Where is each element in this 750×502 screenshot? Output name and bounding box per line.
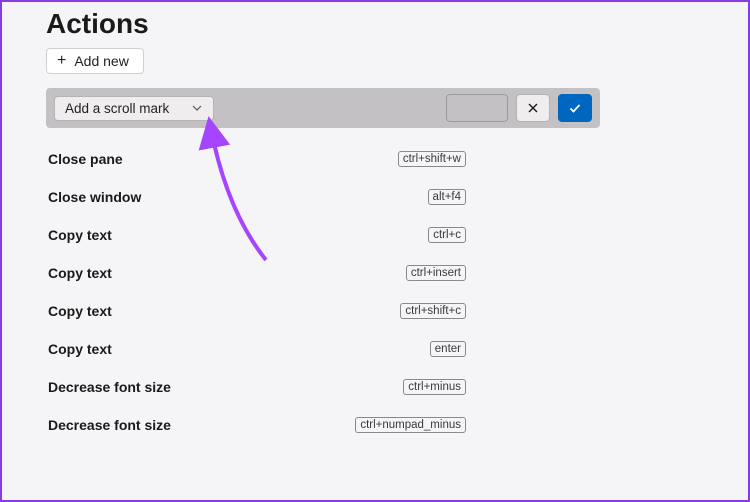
close-icon (527, 102, 539, 114)
actions-panel: Actions + Add new Add a scroll mark Clos… (2, 2, 748, 444)
action-row[interactable]: Copy text ctrl+insert (46, 254, 466, 292)
chevron-down-icon (191, 102, 203, 114)
shortcut-key: ctrl+insert (406, 265, 466, 281)
action-list: Close pane ctrl+shift+w Close window alt+f4… (46, 140, 748, 444)
action-row[interactable]: Copy text ctrl+c (46, 216, 466, 254)
cancel-button[interactable] (516, 94, 550, 122)
confirm-button[interactable] (558, 94, 592, 122)
page-title: Actions (46, 8, 748, 40)
action-label: Close pane (48, 151, 123, 167)
action-edit-row: Add a scroll mark (46, 88, 600, 128)
shortcut-key: ctrl+shift+w (398, 151, 466, 167)
shortcut-key: ctrl+minus (403, 379, 466, 395)
add-new-button[interactable]: + Add new (46, 48, 144, 74)
action-label: Copy text (48, 227, 112, 243)
shortcut-key: ctrl+shift+c (400, 303, 466, 319)
shortcut-key: ctrl+numpad_minus (355, 417, 466, 433)
action-row[interactable]: Close window alt+f4 (46, 178, 466, 216)
shortcut-key: alt+f4 (428, 189, 466, 205)
check-icon (568, 101, 582, 115)
action-row[interactable]: Decrease font size ctrl+numpad_minus (46, 406, 466, 444)
action-label: Decrease font size (48, 379, 171, 395)
plus-icon: + (57, 53, 66, 69)
shortcut-key: enter (430, 341, 466, 357)
action-row[interactable]: Copy text ctrl+shift+c (46, 292, 466, 330)
action-row[interactable]: Decrease font size ctrl+minus (46, 368, 466, 406)
action-label: Copy text (48, 303, 112, 319)
action-row[interactable]: Close pane ctrl+shift+w (46, 140, 466, 178)
action-label: Copy text (48, 265, 112, 281)
action-dropdown[interactable]: Add a scroll mark (54, 96, 214, 121)
action-label: Copy text (48, 341, 112, 357)
add-new-label: Add new (74, 53, 128, 69)
action-row[interactable]: Copy text enter (46, 330, 466, 368)
action-label: Decrease font size (48, 417, 171, 433)
shortcut-input[interactable] (446, 94, 508, 122)
action-label: Close window (48, 189, 141, 205)
dropdown-value: Add a scroll mark (65, 101, 169, 116)
shortcut-key: ctrl+c (428, 227, 466, 243)
